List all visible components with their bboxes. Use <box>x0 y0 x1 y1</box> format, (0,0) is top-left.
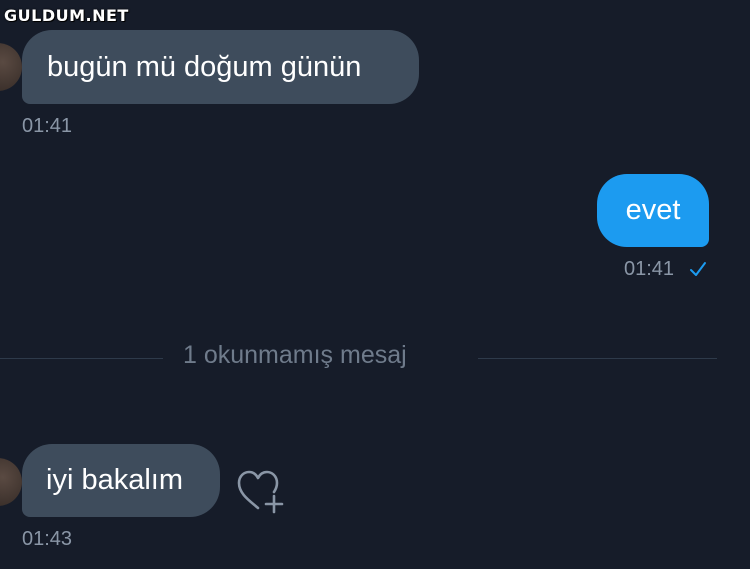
message-bubble-incoming[interactable]: iyi bakalım <box>22 444 220 517</box>
message-timestamp: 01:43 <box>22 528 73 550</box>
check-icon <box>690 262 706 276</box>
message-bubble-outgoing[interactable]: evet <box>597 174 709 247</box>
heart-plus-icon[interactable] <box>236 468 288 514</box>
message-text: iyi bakalım <box>46 464 183 496</box>
divider-line-left <box>0 358 163 359</box>
message-timestamp: 01:41 <box>624 258 675 280</box>
watermark-logo: GULDUM.NET <box>4 6 129 25</box>
message-text: bugün mü doğum günün <box>47 50 362 83</box>
unread-divider-label: 1 okunmamış mesaj <box>183 341 407 369</box>
sender-avatar[interactable] <box>0 43 22 91</box>
sender-avatar[interactable] <box>0 458 22 506</box>
divider-line-right <box>478 358 717 359</box>
message-bubble-incoming[interactable]: bugün mü doğum günün <box>22 30 419 104</box>
message-text: evet <box>625 194 681 226</box>
message-timestamp: 01:41 <box>22 115 73 137</box>
